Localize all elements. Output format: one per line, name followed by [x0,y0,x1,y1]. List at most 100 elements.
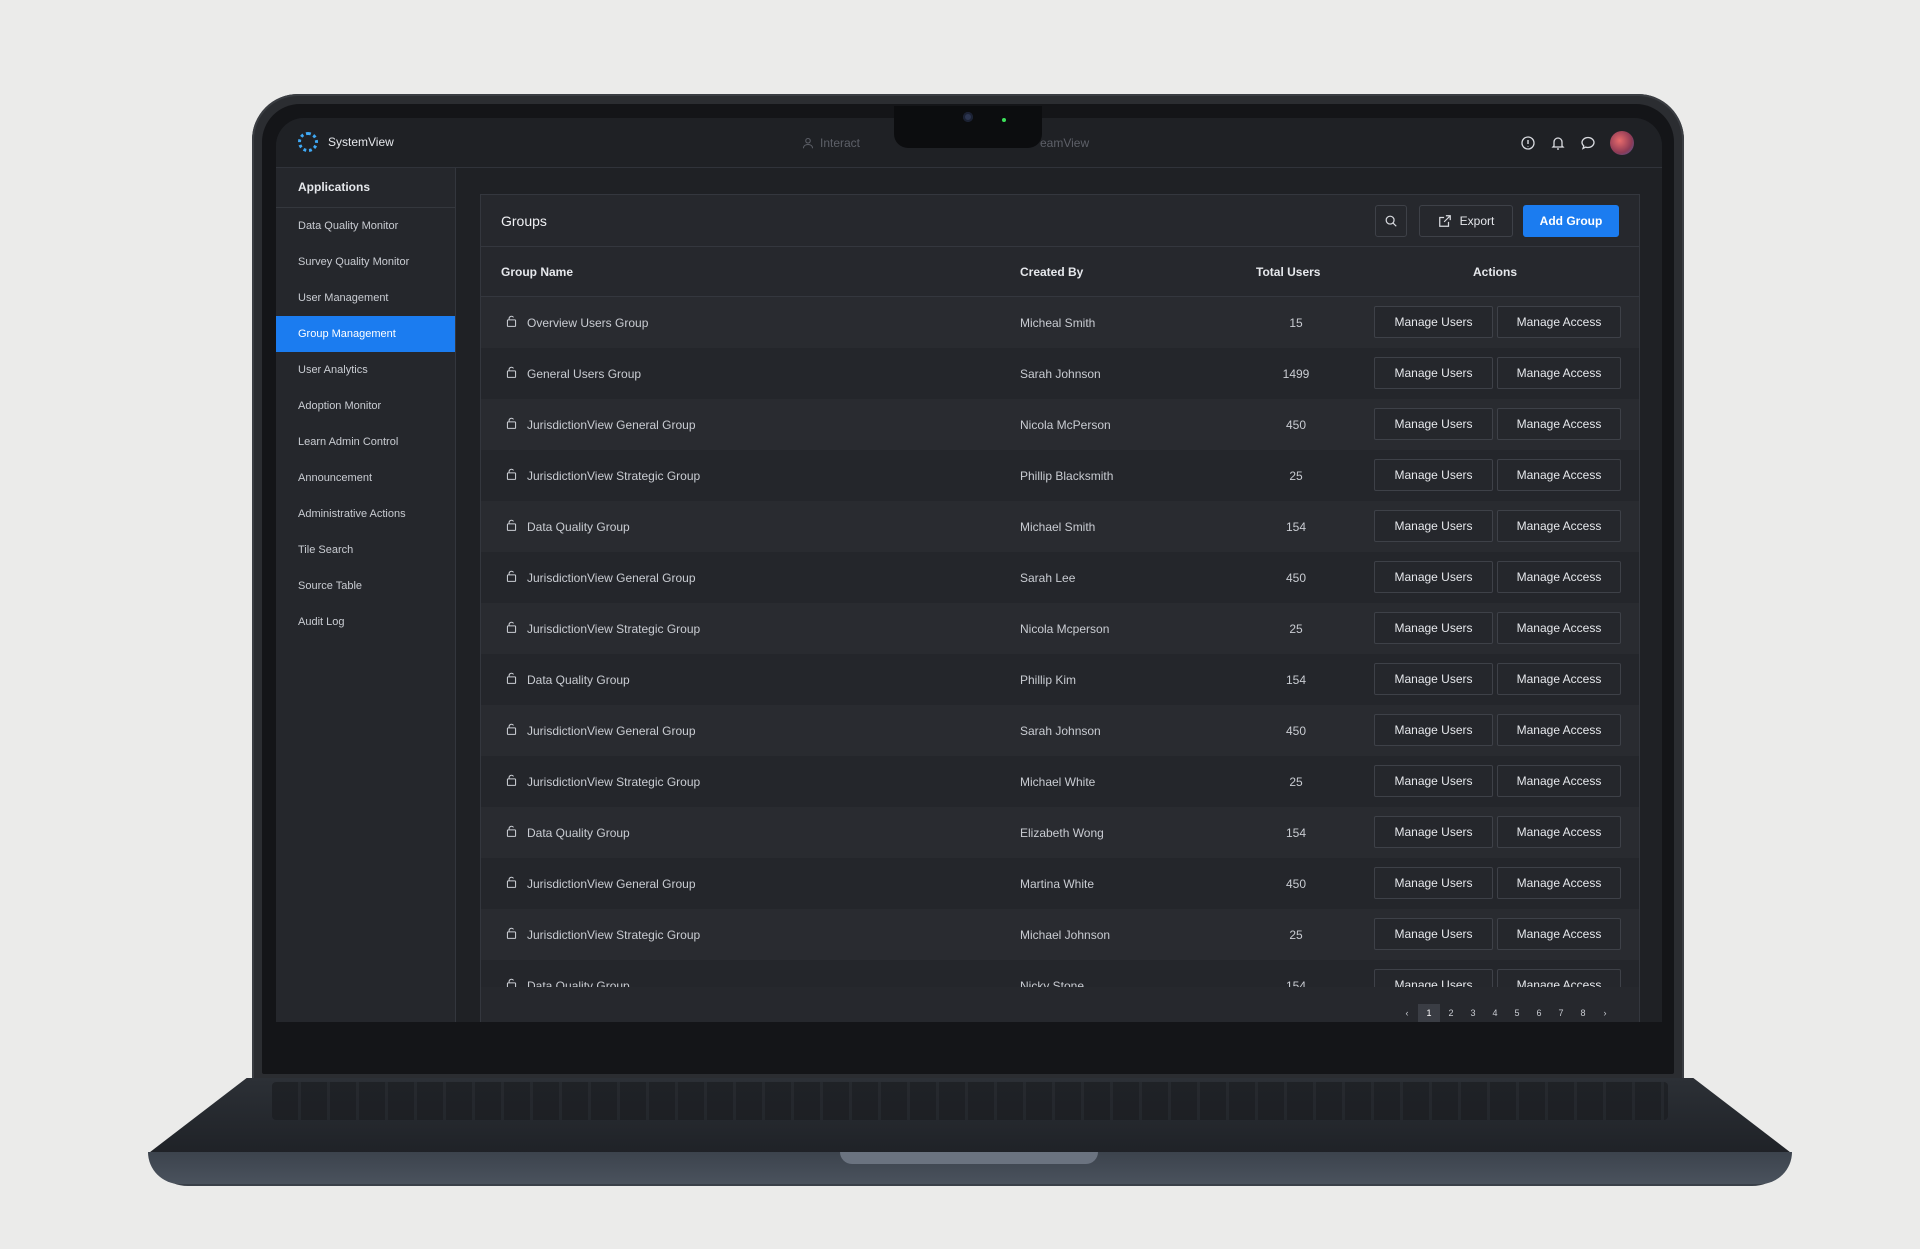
sidebar-item-learn-admin-control[interactable]: Learn Admin Control [276,424,455,460]
table-row[interactable]: JurisdictionView Strategic Group Nicola M… [481,603,1639,654]
page-7[interactable]: 7 [1550,1004,1572,1022]
sidebar-item-adoption-monitor[interactable]: Adoption Monitor [276,388,455,424]
created-by-cell: Sarah Johnson [1020,724,1101,738]
manage-users-button[interactable]: Manage Users [1374,510,1493,542]
created-by-cell: Phillip Blacksmith [1020,469,1114,483]
tab-interact[interactable]: Interact [802,136,860,150]
next-page-button[interactable]: › [1594,1004,1616,1022]
created-by-cell: Sarah Lee [1020,571,1076,585]
panel-header: Groups Export Add Group [481,195,1639,247]
manage-access-button[interactable]: Manage Access [1497,969,1621,987]
manage-access-button[interactable]: Manage Access [1497,714,1621,746]
table-row[interactable]: JurisdictionView General Group Sarah Lee 4… [481,552,1639,603]
manage-users-button[interactable]: Manage Users [1374,357,1493,389]
sidebar-item-data-quality-monitor[interactable]: Data Quality Monitor [276,208,455,244]
search-button[interactable] [1375,205,1407,237]
table-row[interactable]: JurisdictionView Strategic Group Phillip … [481,450,1639,501]
manage-access-button[interactable]: Manage Access [1497,765,1621,797]
table-row[interactable]: JurisdictionView Strategic Group Michael … [481,909,1639,960]
groups-panel: Groups Export Add Group Group Name Creat… [480,194,1640,1022]
sidebar-item-source-table[interactable]: Source Table [276,568,455,604]
table-row[interactable]: Data Quality Group Michael Smith 154 Manage… [481,501,1639,552]
table-row[interactable]: JurisdictionView General Group Sarah John… [481,705,1639,756]
manage-users-button[interactable]: Manage Users [1374,867,1493,899]
page-6[interactable]: 6 [1528,1004,1550,1022]
total-users-cell: 1499 [1282,367,1310,381]
page-8[interactable]: 8 [1572,1004,1594,1022]
group-name-cell: JurisdictionView General Group [527,724,696,738]
column-created-by[interactable]: Created By [1020,265,1083,279]
table-row[interactable]: JurisdictionView General Group Martina Wh… [481,858,1639,909]
manage-users-button[interactable]: Manage Users [1374,816,1493,848]
table-row[interactable]: Data Quality Group Nicky Stone 154 Manage U… [481,960,1639,987]
group-lock-icon [505,621,518,637]
manage-users-button[interactable]: Manage Users [1374,612,1493,644]
page-5[interactable]: 5 [1506,1004,1528,1022]
chat-icon[interactable] [1580,135,1596,151]
manage-users-button[interactable]: Manage Users [1374,918,1493,950]
sidebar-item-tile-search[interactable]: Tile Search [276,532,455,568]
sidebar-item-group-management[interactable]: Group Management [276,316,455,352]
help-icon[interactable] [1520,135,1536,151]
sidebar-item-audit-log[interactable]: Audit Log [276,604,455,640]
manage-access-button[interactable]: Manage Access [1497,459,1621,491]
keyboard [272,1082,1668,1120]
page-1[interactable]: 1 [1418,1004,1440,1022]
manage-users-button[interactable]: Manage Users [1374,765,1493,797]
tab-teamview-label: eamView [1040,136,1090,150]
manage-access-button[interactable]: Manage Access [1497,918,1621,950]
export-button[interactable]: Export [1419,205,1513,237]
brand[interactable]: SystemView [298,132,394,152]
sidebar-item-announcement[interactable]: Announcement [276,460,455,496]
page-2[interactable]: 2 [1440,1004,1462,1022]
group-name-cell: Data Quality Group [527,826,630,840]
top-icons [1520,131,1634,155]
bell-icon[interactable] [1550,135,1566,151]
sidebar-heading: Applications [276,168,455,208]
group-lock-icon [505,315,518,331]
manage-access-button[interactable]: Manage Access [1497,816,1621,848]
manage-users-button[interactable]: Manage Users [1374,663,1493,695]
column-group-name[interactable]: Group Name [501,265,573,279]
manage-access-button[interactable]: Manage Access [1497,510,1621,542]
sidebar-item-administrative-actions[interactable]: Administrative Actions [276,496,455,532]
screen: SystemView Interact eamView Applications… [276,118,1662,1022]
page-3[interactable]: 3 [1462,1004,1484,1022]
total-users-cell: 25 [1289,775,1303,789]
manage-access-button[interactable]: Manage Access [1497,408,1621,440]
manage-access-button[interactable]: Manage Access [1497,306,1621,338]
sidebar-item-user-management[interactable]: User Management [276,280,455,316]
column-total-users[interactable]: Total Users [1256,265,1320,279]
table-row[interactable]: JurisdictionView Strategic Group Michael … [481,756,1639,807]
table-row[interactable]: Data Quality Group Elizabeth Wong 154 Manag… [481,807,1639,858]
group-lock-icon [505,927,518,943]
page-4[interactable]: 4 [1484,1004,1506,1022]
table-row[interactable]: General Users Group Sarah Johnson 1499 Mana… [481,348,1639,399]
manage-access-button[interactable]: Manage Access [1497,663,1621,695]
manage-users-button[interactable]: Manage Users [1374,459,1493,491]
prev-page-button[interactable]: ‹ [1396,1004,1418,1022]
group-name-cell: JurisdictionView General Group [527,418,696,432]
table-row[interactable]: Data Quality Group Phillip Kim 154 Manage U… [481,654,1639,705]
tab-teamview[interactable]: eamView [1040,136,1089,150]
group-name-cell: JurisdictionView Strategic Group [527,622,701,636]
table-row[interactable]: JurisdictionView General Group Nicola McP… [481,399,1639,450]
manage-users-button[interactable]: Manage Users [1374,969,1493,987]
manage-users-button[interactable]: Manage Users [1374,306,1493,338]
sidebar-item-survey-quality-monitor[interactable]: Survey Quality Monitor [276,244,455,280]
manage-users-button[interactable]: Manage Users [1374,408,1493,440]
sidebar-item-user-analytics[interactable]: User Analytics [276,352,455,388]
total-users-cell: 25 [1289,928,1303,942]
manage-users-button[interactable]: Manage Users [1374,561,1493,593]
avatar[interactable] [1610,131,1634,155]
systemview-logo-icon [298,132,318,152]
table-row[interactable]: Overview Users Group Micheal Smith 15 Manag… [481,297,1639,348]
manage-access-button[interactable]: Manage Access [1497,561,1621,593]
created-by-cell: Nicky Stone [1020,979,1085,987]
manage-access-button[interactable]: Manage Access [1497,867,1621,899]
manage-access-button[interactable]: Manage Access [1497,357,1621,389]
manage-users-button[interactable]: Manage Users [1374,714,1493,746]
manage-access-button[interactable]: Manage Access [1497,612,1621,644]
add-group-button[interactable]: Add Group [1523,205,1619,237]
group-lock-icon [505,672,518,688]
